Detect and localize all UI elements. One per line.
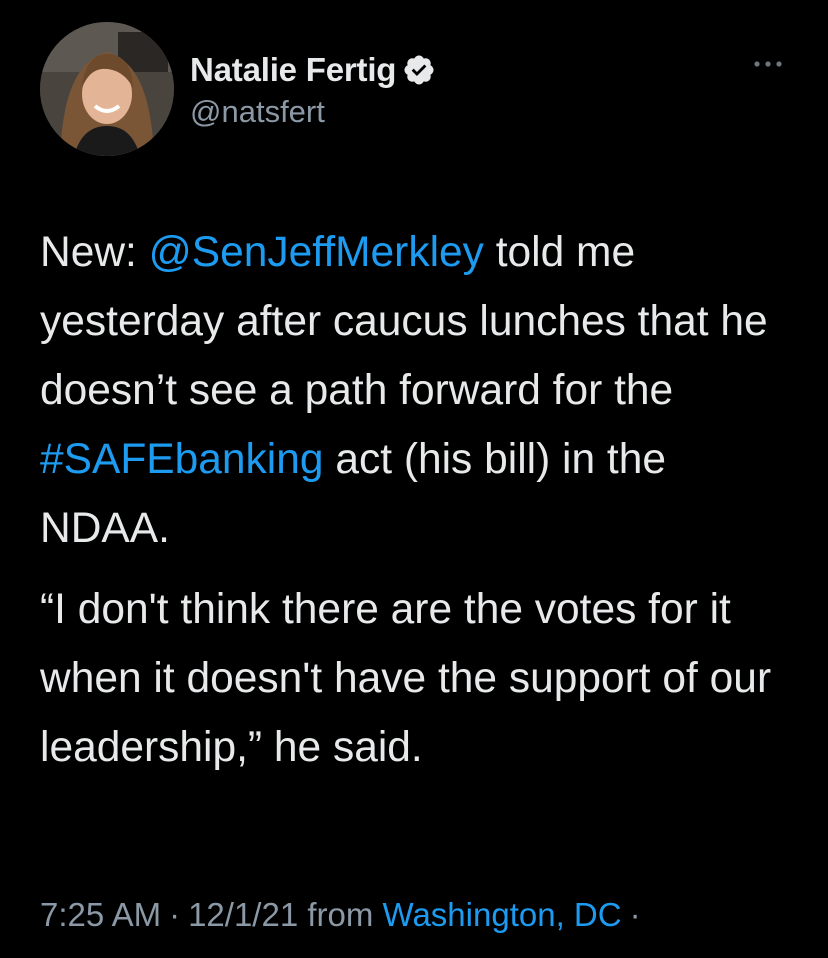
tweet-date[interactable]: 12/1/21 <box>188 896 298 933</box>
profile-photo-icon <box>40 22 174 156</box>
hashtag-link[interactable]: #SAFEbanking <box>40 436 324 483</box>
location-link[interactable]: Washington, DC <box>383 896 622 933</box>
meta-separator: · <box>169 896 181 933</box>
author-names: Natalie Fertig @natsfert <box>190 48 436 130</box>
mention-link[interactable]: @SenJeffMerkley <box>149 229 484 276</box>
tweet-text: New: @SenJeffMerkley told me yesterday a… <box>40 218 800 782</box>
avatar[interactable] <box>40 22 174 156</box>
more-options-button[interactable] <box>746 52 790 76</box>
tweet-paragraph-1: New: @SenJeffMerkley told me yesterday a… <box>40 218 800 563</box>
meta-trailing-separator: · <box>629 896 641 933</box>
verified-badge-icon <box>404 55 434 85</box>
tweet-prefix: New: <box>40 229 149 276</box>
from-label: from <box>307 896 374 933</box>
handle[interactable]: @natsfert <box>190 94 436 130</box>
tweet-paragraph-2: “I don't think there are the votes for i… <box>40 586 772 771</box>
tweet-metadata: 7:25 AM · 12/1/21 from Washington, DC · <box>40 896 649 934</box>
display-name-row: Natalie Fertig <box>190 48 436 92</box>
tweet-header: Natalie Fertig @natsfert <box>40 22 788 162</box>
tweet-time[interactable]: 7:25 AM <box>40 896 161 933</box>
display-name[interactable]: Natalie Fertig <box>190 51 396 89</box>
more-icon <box>754 61 782 67</box>
